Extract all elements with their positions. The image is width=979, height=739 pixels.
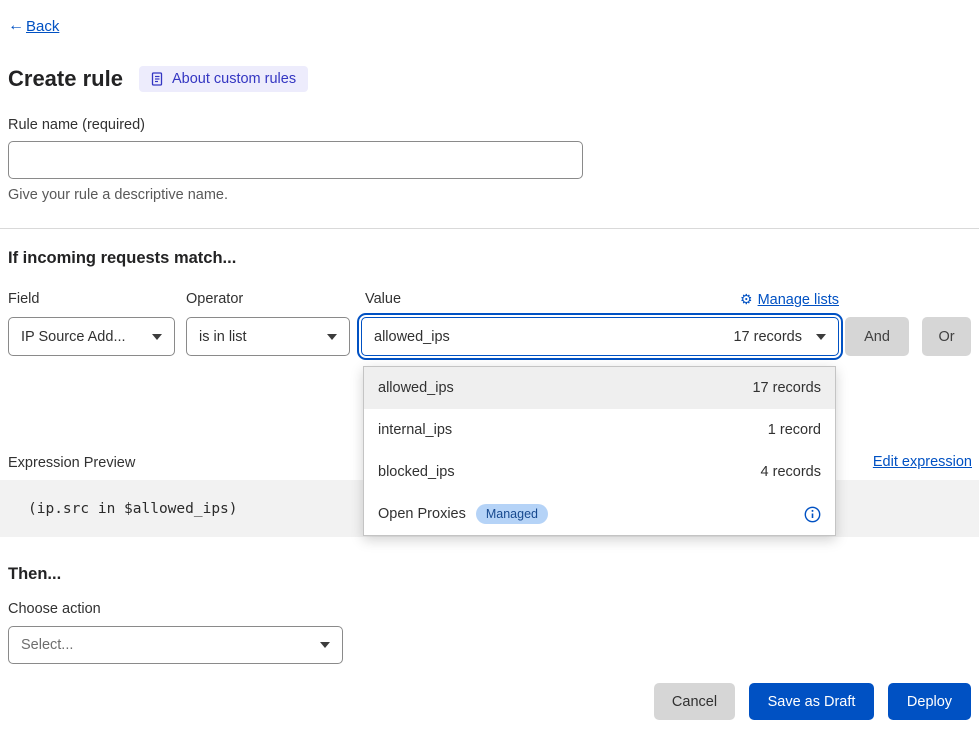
about-badge-label: About custom rules [172, 71, 296, 87]
action-select-placeholder: Select... [21, 637, 73, 653]
operator-select[interactable]: is in list [186, 317, 350, 356]
back-arrow-icon: ← [8, 17, 24, 35]
value-select-record-count: 17 records [733, 329, 802, 345]
manage-lists-link[interactable]: ⚙ Manage lists [740, 291, 839, 308]
list-item-open-proxies[interactable]: Open Proxies Managed [364, 493, 835, 535]
docs-icon [151, 72, 165, 86]
expression-preview-label: Expression Preview [8, 455, 135, 471]
back-link-label[interactable]: Back [26, 18, 59, 35]
rule-name-helper: Give your rule a descriptive name. [8, 187, 228, 203]
managed-badge: Managed [476, 504, 548, 524]
chevron-down-icon [320, 642, 330, 648]
value-select-name: allowed_ips [374, 329, 450, 345]
value-select[interactable]: allowed_ips 17 records [361, 317, 839, 356]
edit-expression-link[interactable]: Edit expression [873, 454, 972, 470]
manage-lists-label: Manage lists [758, 292, 839, 308]
info-icon[interactable] [804, 506, 821, 523]
list-item-record-count: 1 record [768, 422, 821, 438]
operator-select-value: is in list [199, 329, 247, 345]
deploy-button[interactable]: Deploy [888, 683, 971, 720]
action-select[interactable]: Select... [8, 626, 343, 664]
list-item-name: internal_ips [378, 422, 452, 438]
rule-name-label: Rule name (required) [8, 117, 145, 133]
section-divider [0, 228, 979, 229]
list-item-record-count: 17 records [752, 380, 821, 396]
list-item-name: blocked_ips [378, 464, 455, 480]
about-custom-rules-link[interactable]: About custom rules [139, 66, 308, 92]
chevron-down-icon [152, 334, 162, 340]
match-section-heading: If incoming requests match... [8, 249, 236, 268]
chevron-down-icon [327, 334, 337, 340]
list-item-record-count: 4 records [761, 464, 821, 480]
rule-name-input[interactable] [8, 141, 583, 179]
expression-code: (ip.src in $allowed_ips) [28, 501, 238, 517]
chevron-down-icon [816, 334, 826, 340]
field-label: Field [8, 291, 39, 307]
value-dropdown-menu: allowed_ips 17 records internal_ips 1 re… [363, 366, 836, 536]
field-select-value: IP Source Add... [21, 329, 126, 345]
and-button[interactable]: And [845, 317, 909, 356]
list-item-name: allowed_ips [378, 380, 454, 396]
back-link[interactable]: ← Back [8, 17, 59, 35]
choose-action-label: Choose action [8, 601, 101, 617]
create-rule-page: ← Back Create rule About custom rules Ru… [0, 0, 979, 739]
footer-actions: Cancel Save as Draft Deploy [654, 683, 971, 720]
save-as-draft-button[interactable]: Save as Draft [749, 683, 874, 720]
value-label: Value [365, 291, 401, 307]
cancel-button[interactable]: Cancel [654, 683, 735, 720]
page-title: Create rule [8, 66, 123, 92]
list-item-internal-ips[interactable]: internal_ips 1 record [364, 409, 835, 451]
or-button[interactable]: Or [922, 317, 971, 356]
operator-label: Operator [186, 291, 243, 307]
list-item-blocked-ips[interactable]: blocked_ips 4 records [364, 451, 835, 493]
title-row: Create rule About custom rules [8, 66, 308, 92]
list-item-name: Open Proxies [378, 506, 466, 522]
list-item-allowed-ips[interactable]: allowed_ips 17 records [364, 367, 835, 409]
then-section-heading: Then... [8, 565, 61, 584]
gear-icon: ⚙ [740, 291, 753, 308]
field-select[interactable]: IP Source Add... [8, 317, 175, 356]
